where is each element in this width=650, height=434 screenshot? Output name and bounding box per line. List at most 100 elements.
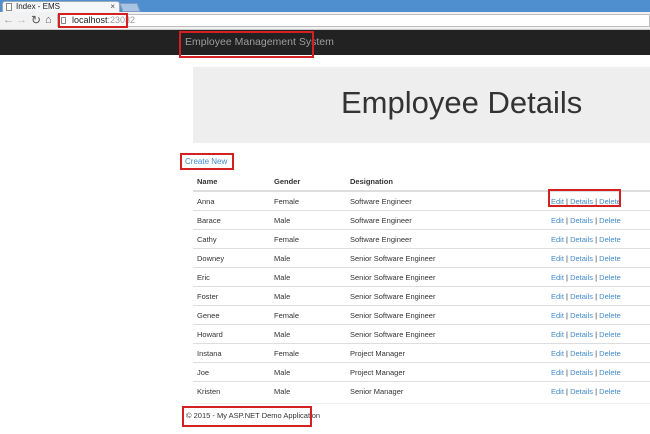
cell-name: Foster: [193, 286, 274, 306]
column-header-name: Name: [193, 172, 274, 192]
cell-designation: Project Manager: [350, 343, 551, 363]
details-link[interactable]: Details: [570, 216, 593, 225]
cell-designation: Software Engineer: [350, 229, 551, 249]
action-separator: |: [566, 367, 568, 377]
action-separator: |: [566, 215, 568, 225]
browser-tab[interactable]: Index - EMS ×: [2, 1, 120, 12]
action-separator: |: [566, 272, 568, 282]
cell-gender: Female: [274, 305, 350, 325]
details-link[interactable]: Details: [570, 349, 593, 358]
action-separator: |: [566, 348, 568, 358]
details-link[interactable]: Details: [570, 254, 593, 263]
tab-title: Index - EMS: [16, 2, 61, 11]
delete-link[interactable]: Delete: [599, 216, 621, 225]
table-row: Barace Male Software Engineer Edit | Detail…: [193, 210, 650, 230]
cell-gender: Female: [274, 343, 350, 363]
edit-link[interactable]: Edit: [551, 311, 564, 320]
cell-gender: Female: [274, 229, 350, 249]
cell-name: Joe: [193, 362, 274, 382]
action-separator: |: [595, 329, 598, 339]
action-separator: |: [595, 253, 598, 263]
cell-name: Kristen: [193, 381, 274, 400]
details-link[interactable]: Details: [570, 387, 593, 396]
edit-link[interactable]: Edit: [551, 387, 564, 396]
cell-gender: Male: [274, 324, 350, 344]
table-row: Kristen Male Senior Manager Edit | Details …: [193, 381, 650, 400]
cell-actions: Edit | Details | Delete: [551, 267, 650, 287]
back-arrow-icon[interactable]: ←: [3, 13, 14, 28]
table-row: Eric Male Senior Software Engineer Edit | D…: [193, 267, 650, 287]
edit-link[interactable]: Edit: [551, 368, 564, 377]
delete-link[interactable]: Delete: [599, 254, 621, 263]
action-separator: |: [566, 234, 568, 244]
close-icon[interactable]: ×: [110, 2, 115, 12]
details-link[interactable]: Details: [570, 330, 593, 339]
actions-highlight-box: [548, 189, 621, 207]
cell-name: Instana: [193, 343, 274, 363]
cell-actions: Edit | Details | Delete: [551, 381, 650, 400]
details-link[interactable]: Details: [570, 235, 593, 244]
cell-designation: Software Engineer: [350, 190, 551, 211]
action-separator: |: [595, 234, 598, 244]
cell-designation: Senior Software Engineer: [350, 248, 551, 268]
cell-actions: Edit | Details | Delete: [551, 210, 650, 230]
action-separator: |: [566, 310, 568, 320]
cell-name: Anna: [193, 190, 274, 211]
action-separator: |: [595, 367, 598, 377]
cell-designation: Senior Manager: [350, 381, 551, 400]
cell-name: Genee: [193, 305, 274, 325]
edit-link[interactable]: Edit: [551, 273, 564, 282]
details-link[interactable]: Details: [570, 273, 593, 282]
cell-actions: Edit | Details | Delete: [551, 229, 650, 249]
forward-arrow-icon[interactable]: →: [16, 13, 27, 28]
column-header-gender: Gender: [274, 172, 350, 192]
page-title: Employee Details: [341, 85, 583, 120]
cell-name: Barace: [193, 210, 274, 230]
delete-link[interactable]: Delete: [599, 292, 621, 301]
edit-link[interactable]: Edit: [551, 254, 564, 263]
cell-gender: Male: [274, 248, 350, 268]
home-icon[interactable]: ⌂: [45, 13, 52, 28]
reload-icon[interactable]: ↻: [31, 13, 41, 28]
action-separator: |: [595, 215, 598, 225]
delete-link[interactable]: Delete: [599, 330, 621, 339]
cell-gender: Male: [274, 267, 350, 287]
cell-designation: Software Engineer: [350, 210, 551, 230]
create-highlight-box: [180, 153, 234, 170]
delete-link[interactable]: Delete: [599, 235, 621, 244]
column-header-designation: Designation: [350, 172, 551, 192]
details-link[interactable]: Details: [570, 292, 593, 301]
action-separator: |: [595, 348, 598, 358]
action-separator: |: [566, 291, 568, 301]
edit-link[interactable]: Edit: [551, 235, 564, 244]
cell-gender: Male: [274, 286, 350, 306]
table-row: Foster Male Senior Software Engineer Edit |…: [193, 286, 650, 306]
cell-designation: Senior Software Engineer: [350, 286, 551, 306]
delete-link[interactable]: Delete: [599, 387, 621, 396]
url-highlight-box: [58, 13, 128, 28]
action-separator: |: [595, 386, 598, 396]
brand-highlight-box: [179, 31, 314, 58]
delete-link[interactable]: Delete: [599, 273, 621, 282]
table-row: Howard Male Senior Software Engineer Edit |…: [193, 324, 650, 344]
delete-link[interactable]: Delete: [599, 368, 621, 377]
cell-name: Cathy: [193, 229, 274, 249]
edit-link[interactable]: Edit: [551, 349, 564, 358]
address-bar[interactable]: localhost:23032: [57, 14, 650, 27]
details-link[interactable]: Details: [570, 368, 593, 377]
new-tab-button[interactable]: [119, 3, 141, 12]
action-separator: |: [566, 253, 568, 263]
cell-gender: Male: [274, 362, 350, 382]
edit-link[interactable]: Edit: [551, 330, 564, 339]
edit-link[interactable]: Edit: [551, 292, 564, 301]
cell-actions: Edit | Details | Delete: [551, 286, 650, 306]
cell-actions: Edit | Details | Delete: [551, 343, 650, 363]
edit-link[interactable]: Edit: [551, 216, 564, 225]
cell-name: Howard: [193, 324, 274, 344]
delete-link[interactable]: Delete: [599, 349, 621, 358]
cell-name: Downey: [193, 248, 274, 268]
delete-link[interactable]: Delete: [599, 311, 621, 320]
details-link[interactable]: Details: [570, 311, 593, 320]
action-separator: |: [595, 310, 598, 320]
cell-gender: Male: [274, 381, 350, 400]
